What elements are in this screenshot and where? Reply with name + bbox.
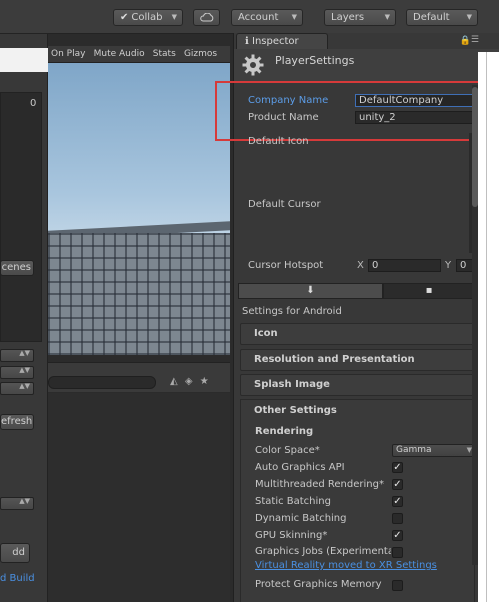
layout-button[interactable]: Default ▼ — [406, 9, 478, 26]
project-search-input[interactable] — [48, 376, 156, 389]
cursor-x-label: X — [357, 260, 364, 271]
foldout-other[interactable]: Other Settings — [254, 405, 337, 416]
company-name-field[interactable]: DefaultCompany — [355, 94, 475, 107]
foldout-icon[interactable]: Icon — [240, 323, 475, 345]
hierarchy-list[interactable] — [0, 92, 42, 342]
default-cursor-label: Default Cursor — [248, 199, 321, 210]
scenes-button[interactable]: cenes — [0, 260, 34, 276]
settings-for-label: Settings for Android — [242, 306, 342, 317]
type-filter-icon[interactable]: ◭ — [170, 376, 178, 387]
gpu-skinning-checkbox[interactable]: ✓ — [392, 530, 403, 541]
product-name-label: Product Name — [248, 112, 319, 123]
vr-settings-link[interactable]: Virtual Reality moved to XR Settings — [255, 560, 437, 571]
check-icon: ✔ — [120, 12, 129, 23]
divider — [486, 52, 487, 602]
account-button[interactable]: Account ▼ — [231, 9, 303, 26]
search-strip[interactable] — [0, 48, 48, 72]
company-name-label: Company Name — [248, 95, 329, 106]
project-browser[interactable] — [48, 393, 230, 602]
stats-toggle[interactable]: Stats — [153, 49, 176, 59]
background-strip — [478, 52, 499, 602]
multithreaded-checkbox[interactable]: ✓ — [392, 479, 403, 490]
foldout-splash[interactable]: Splash Image — [240, 374, 475, 396]
auto-graphics-label: Auto Graphics API — [255, 462, 345, 473]
account-label: Account — [238, 12, 279, 23]
dropdown-arrow-icon: ▲▼ — [19, 382, 30, 390]
layers-button[interactable]: Layers ▼ — [324, 9, 396, 26]
static-batching-checkbox[interactable]: ✓ — [392, 496, 403, 507]
mute-audio-toggle[interactable]: Mute Audio — [94, 49, 145, 59]
collab-label: Collab — [131, 12, 163, 23]
left-panel: 0 cenes ▲▼ ▲▼ ▲▼ efresh ▲▼ dd d Build — [0, 34, 48, 602]
dropdown-1[interactable]: ▲▼ — [0, 349, 34, 362]
download-icon: ⬇ — [306, 285, 315, 296]
cursor-hotspot-label: Cursor Hotspot — [248, 260, 324, 271]
dropdown-arrow-icon: ▲▼ — [19, 366, 30, 374]
cloud-icon — [199, 12, 213, 22]
label-filter-icon[interactable]: ◈ — [185, 376, 193, 387]
other-settings-section: Other Settings Rendering Color Space* Ga… — [240, 399, 476, 602]
dynamic-batching-label: Dynamic Batching — [255, 513, 347, 524]
protect-memory-label: Protect Graphics Memory — [255, 579, 382, 590]
color-space-value: Gamma — [396, 445, 432, 455]
tab-standalone[interactable]: ⬇ — [238, 283, 383, 299]
tab-inspector[interactable]: ℹ Inspector — [236, 33, 328, 49]
info-icon: ℹ — [245, 36, 249, 47]
panel-menu-icon[interactable]: ☰ — [471, 35, 479, 45]
dropdown-arrow-icon: ▼ — [466, 13, 472, 21]
graphics-jobs-label: Graphics Jobs (Experimental) — [255, 546, 391, 557]
refresh-button[interactable]: efresh — [0, 414, 34, 430]
multithreaded-label: Multithreaded Rendering* — [255, 479, 384, 490]
add-button[interactable]: dd — [0, 543, 30, 563]
gpu-skinning-label: GPU Skinning* — [255, 530, 328, 541]
dropdown-3[interactable]: ▲▼ — [0, 382, 34, 395]
protect-memory-checkbox[interactable] — [392, 580, 403, 591]
default-icon-label: Default Icon — [248, 136, 309, 147]
product-name-field[interactable]: unity_2 — [355, 111, 475, 124]
build-link[interactable]: d Build — [0, 573, 36, 584]
foldout-resolution[interactable]: Resolution and Presentation — [240, 349, 475, 371]
auto-graphics-checkbox[interactable]: ✓ — [392, 462, 403, 473]
dynamic-batching-checkbox[interactable] — [392, 513, 403, 524]
tab-android[interactable]: ▪ — [383, 283, 475, 299]
cloud-button[interactable] — [193, 9, 220, 26]
static-batching-label: Static Batching — [255, 496, 331, 507]
count-value: 0 — [30, 98, 37, 109]
favorites-icon[interactable]: ★ — [200, 376, 209, 387]
dropdown-arrow-icon: ▼ — [384, 13, 390, 21]
lock-icon[interactable]: 🔒 — [460, 36, 471, 46]
rendering-title: Rendering — [255, 426, 314, 437]
building-image — [48, 233, 230, 355]
cursor-y-label: Y — [445, 260, 452, 271]
gizmos-toggle[interactable]: Gizmos — [184, 49, 217, 59]
dropdown-4[interactable]: ▲▼ — [0, 497, 34, 510]
component-title: PlayerSettings — [275, 54, 355, 67]
graphics-jobs-checkbox[interactable] — [392, 547, 403, 558]
filter-icons[interactable]: ◭ ◈ ★ — [170, 376, 209, 387]
maximize-on-play-toggle[interactable]: On Play — [51, 49, 85, 59]
inspector-tab-label: Inspector — [252, 36, 299, 47]
platform-tabs: ⬇ ▪ — [238, 283, 475, 299]
game-view[interactable] — [48, 63, 230, 355]
collab-button[interactable]: ✔ Collab ▼ — [113, 9, 183, 26]
color-space-select[interactable]: Gamma ▼ — [392, 444, 476, 457]
main-toolbar: ✔ Collab ▼ Account ▼ Layers ▼ Default ▼ — [0, 0, 499, 34]
dropdown-arrow-icon: ▲▼ — [19, 497, 30, 505]
layout-label: Default — [413, 12, 450, 23]
android-icon: ▪ — [425, 285, 433, 296]
dropdown-arrow-icon: ▼ — [291, 13, 297, 21]
layers-label: Layers — [331, 12, 365, 23]
component-header: PlayerSettings — [234, 49, 499, 83]
inspector-panel: ℹ Inspector 🔒 ☰ PlayerSettings Company N… — [215, 33, 499, 602]
dropdown-arrow-icon: ▼ — [171, 13, 177, 21]
game-view-toolbar: On Play Mute Audio Stats Gizmos — [48, 46, 230, 63]
dropdown-2[interactable]: ▲▼ — [0, 366, 34, 379]
color-space-label: Color Space* — [255, 445, 320, 456]
gear-icon — [242, 54, 264, 76]
dropdown-arrow-icon: ▲▼ — [19, 349, 30, 357]
cursor-x-field[interactable]: 0 — [368, 259, 441, 272]
